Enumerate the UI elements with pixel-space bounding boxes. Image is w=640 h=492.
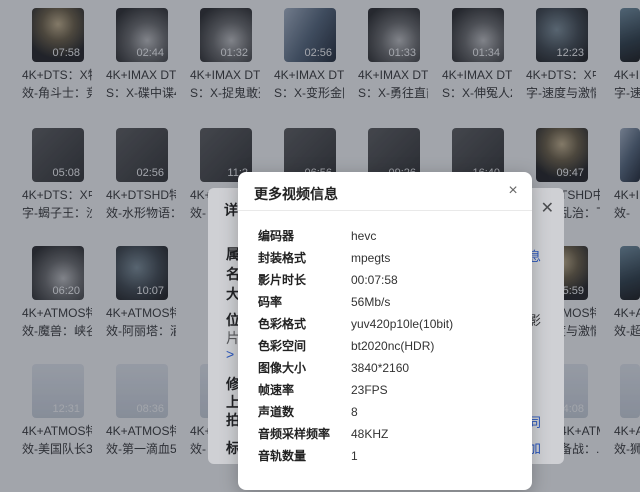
info-row-audio-tracks: 音轨数量 1 <box>258 446 518 466</box>
info-row-frame-rate: 帧速率 23FPS <box>258 380 518 400</box>
info-label: 编码器 <box>258 229 295 243</box>
info-label: 音轨数量 <box>258 449 307 463</box>
info-label: 图像大小 <box>258 361 307 375</box>
info-row-duration: 影片时长 00:07:58 <box>258 270 518 290</box>
info-value: 56Mb/s <box>351 295 391 309</box>
info-value: bt2020nc(HDR) <box>351 339 435 353</box>
dialog-title: 更多视频信息 <box>254 186 338 202</box>
info-label: 影片时长 <box>258 273 307 287</box>
info-value: 00:07:58 <box>351 273 398 287</box>
info-row-color-space: 色彩空间 bt2020nc(HDR) <box>258 336 518 356</box>
close-icon[interactable]: × <box>504 182 522 200</box>
info-label: 封装格式 <box>258 251 307 265</box>
info-value: 3840*2160 <box>351 361 410 375</box>
info-value: 1 <box>351 449 358 463</box>
info-row-pixel-format: 色彩格式 yuv420p10le(10bit) <box>258 314 518 334</box>
info-value: 8 <box>351 405 358 419</box>
info-label: 色彩格式 <box>258 317 307 331</box>
info-label: 音频采样频率 <box>258 427 331 441</box>
info-label: 色彩空间 <box>258 339 307 353</box>
info-value: hevc <box>351 229 377 243</box>
info-row-sample-rate: 音频采样频率 48KHZ <box>258 424 518 444</box>
info-row-codec: 编码器 hevc <box>258 226 518 246</box>
more-video-info-dialog: 更多视频信息 × 编码器 hevc 封装格式 mpegts 影片时长 00:07:58… <box>238 172 532 490</box>
info-label: 码率 <box>258 295 283 309</box>
info-label: 声道数 <box>258 405 295 419</box>
info-row-channels: 声道数 8 <box>258 402 518 422</box>
info-value: 48KHZ <box>351 427 389 441</box>
info-row-container: 封装格式 mpegts <box>258 248 518 268</box>
info-value: mpegts <box>351 251 391 265</box>
info-row-bitrate: 码率 56Mb/s <box>258 292 518 312</box>
info-value: 23FPS <box>351 383 388 397</box>
info-value: yuv420p10le(10bit) <box>351 317 454 331</box>
divider <box>238 210 532 211</box>
info-label: 帧速率 <box>258 383 295 397</box>
info-row-resolution: 图像大小 3840*2160 <box>258 358 518 378</box>
